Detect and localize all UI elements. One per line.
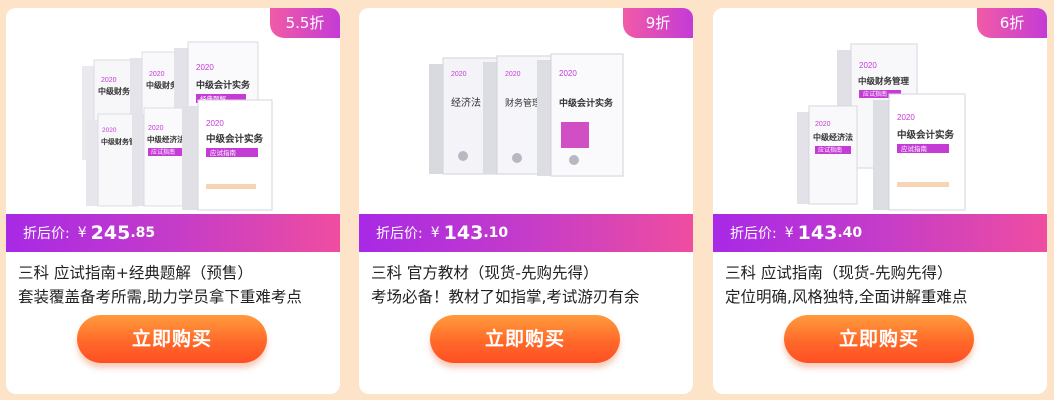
- price-bar: 折后价: ¥ 245 .85: [6, 214, 340, 252]
- product-card[interactable]: 2020 经济法 2020 财务管理 2020 中级会计实务 9折 折后价: ¥…: [359, 8, 693, 394]
- book-year: 2020: [101, 77, 117, 84]
- price-label: 折后价:: [23, 226, 70, 242]
- book-year: 2020: [559, 69, 577, 78]
- book-year: 2020: [815, 121, 831, 128]
- discount-badge: 6折: [977, 8, 1047, 38]
- book-accounting-practice: 2020 中级会计实务: [537, 53, 624, 177]
- product-card[interactable]: 2020 中级财务管理 2020 中级财务管理 2020 中级会计实务 经典题解…: [6, 8, 340, 394]
- price-integer: 143: [443, 222, 484, 244]
- product-title[interactable]: 三科 官方教材（现货-先购先得）: [371, 261, 689, 283]
- price-bar: 折后价: ¥ 143 .40: [713, 214, 1047, 252]
- price-decimal: .85: [130, 225, 156, 241]
- book-title: 经济法: [451, 96, 481, 109]
- product-cover-image[interactable]: 2020 经济法 2020 财务管理 2020 中级会计实务: [359, 8, 693, 214]
- product-description: 套装覆盖备考所需,助力学员拿下重难考点: [18, 288, 302, 306]
- product-description: 定位明确,风格独特,全面讲解重难点: [725, 288, 968, 306]
- book-year: 2020: [505, 71, 521, 78]
- price-integer: 143: [797, 222, 838, 244]
- book-title: 财务管理: [505, 97, 541, 109]
- book-title: 中级经济法: [147, 134, 185, 144]
- product-description: 考场必备！教材了如指掌,考试游刃有余: [371, 288, 640, 306]
- currency-symbol: ¥: [430, 225, 440, 241]
- product-title[interactable]: 三科 应试指南+经典题解（预售）: [18, 261, 336, 283]
- book-year: 2020: [206, 119, 224, 128]
- buy-now-button[interactable]: 立即购买: [784, 315, 974, 363]
- book-title: 中级财务管理: [858, 76, 910, 87]
- book-economic-law: 2020 中级经济法 应试指南: [797, 105, 858, 205]
- price-decimal: .40: [837, 225, 863, 241]
- currency-symbol: ¥: [77, 225, 87, 241]
- book-front-large: 2020 中级会计实务 应试指南: [182, 99, 273, 211]
- product-title[interactable]: 三科 应试指南（现货-先购先得）: [725, 261, 1043, 283]
- book-year: 2020: [451, 71, 467, 78]
- book-year: 2020: [859, 61, 877, 70]
- book-tag: 应试指南: [818, 146, 842, 154]
- product-card[interactable]: 2020 中级财务管理 应试指南 2020 中级经济法 应试指南 2020 中级…: [713, 8, 1047, 394]
- buy-now-button[interactable]: 立即购买: [430, 315, 620, 363]
- discount-badge: 9折: [623, 8, 693, 38]
- book-year: 2020: [102, 127, 117, 134]
- book-accounting-practice: 2020 中级会计实务 应试指南: [873, 93, 966, 211]
- price-integer: 245: [90, 222, 131, 244]
- book-tag: 应试指南: [210, 148, 237, 157]
- book-year: 2020: [149, 71, 165, 78]
- book-title: 中级会计实务: [559, 97, 614, 109]
- book-year: 2020: [148, 125, 164, 132]
- price-label: 折后价:: [730, 226, 777, 242]
- book-tag: 应试指南: [901, 144, 928, 153]
- book-title: 中级经济法: [813, 132, 853, 142]
- book-title: 中级会计实务: [897, 129, 955, 141]
- currency-symbol: ¥: [784, 225, 794, 241]
- price-label: 折后价:: [376, 226, 423, 242]
- book-front-mid: 2020 中级经济法 应试指南: [132, 107, 189, 207]
- discount-badge: 5.5折: [270, 8, 340, 38]
- product-cover-image[interactable]: 2020 中级财务管理 应试指南 2020 中级经济法 应试指南 2020 中级…: [713, 8, 1047, 214]
- product-cover-image[interactable]: 2020 中级财务管理 2020 中级财务管理 2020 中级会计实务 经典题解…: [6, 8, 340, 214]
- price-bar: 折后价: ¥ 143 .10: [359, 214, 693, 252]
- book-tag: 应试指南: [863, 90, 887, 98]
- book-tag: 应试指南: [151, 148, 175, 156]
- book-title: 中级会计实务: [206, 133, 264, 145]
- price-decimal: .10: [483, 225, 509, 241]
- buy-now-button[interactable]: 立即购买: [77, 315, 267, 363]
- book-year: 2020: [897, 113, 915, 122]
- book-year: 2020: [196, 63, 214, 72]
- book-title: 中级会计实务: [196, 79, 251, 91]
